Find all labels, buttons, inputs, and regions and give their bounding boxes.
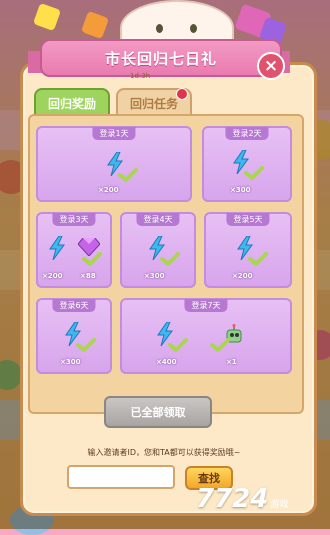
card-title: 登录7天 [184,299,228,312]
inviter-id-input[interactable] [67,465,175,489]
reward-card-day6[interactable]: 登录6天 ×300 [36,298,112,374]
check-icon [160,252,180,266]
bear-eye [156,24,163,33]
dialog-title-ribbon: 市长回归七日礼 [40,39,282,77]
reward-count: ×300 [144,272,165,280]
check-icon [76,338,96,352]
check-icon [244,166,264,180]
reward-count: ×200 [42,272,63,280]
all-claimed-button[interactable]: 已全部领取 [104,396,212,428]
watermark-text: 游戏 [270,500,289,510]
energy-bolt-icon [48,236,66,260]
card-title: 登录6天 [52,299,96,312]
card-title: 登录3天 [52,213,96,226]
invite-hint: 输入邀请者ID，您和TA都可以获得奖励哦~ [87,448,241,457]
card-title: 登录1天 [92,127,136,140]
check-icon [82,252,102,266]
tab-label: 回归任务 [129,96,178,111]
card-title: 登录2天 [225,127,269,140]
card-title: 登录4天 [136,213,180,226]
check-icon [248,252,268,266]
reward-count: ×200 [232,272,253,280]
check-icon [118,168,138,182]
reward-count: ×300 [60,358,81,366]
reward-count: ×200 [98,186,119,194]
reward-card-day4[interactable]: 登录4天 ×300 [120,212,196,288]
reward-count: ×300 [230,186,251,194]
check-icon [210,338,230,352]
card-title: 登录5天 [226,213,270,226]
reward-card-day2[interactable]: 登录2天 ×300 [202,126,292,202]
reward-count: ×88 [80,272,96,280]
reward-count: ×1 [226,358,237,366]
reward-card-day5[interactable]: 登录5天 ×200 [204,212,292,288]
tab-return-rewards[interactable]: 回归奖励 [34,88,110,116]
check-icon [168,338,188,352]
reward-card-day7[interactable]: 登录7天 ×400 ×1 [120,298,292,374]
reward-card-day1[interactable]: 登录1天 ×200 [36,126,192,202]
site-watermark: 7724 游戏 [196,484,288,514]
notification-dot [176,88,188,100]
all-claimed-label: 已全部领取 [130,406,186,419]
reward-count: ×400 [156,358,177,366]
dialog-title: 市长回归七日礼 [104,49,217,68]
close-button[interactable]: × [257,52,285,80]
reward-card-day3[interactable]: 登录3天 ×200 ×88 [36,212,112,288]
tab-label: 回归奖励 [47,96,96,111]
countdown-timer: 1d:3h [130,72,151,80]
bear-eye [190,24,197,33]
watermark-number: 7724 [196,484,269,514]
